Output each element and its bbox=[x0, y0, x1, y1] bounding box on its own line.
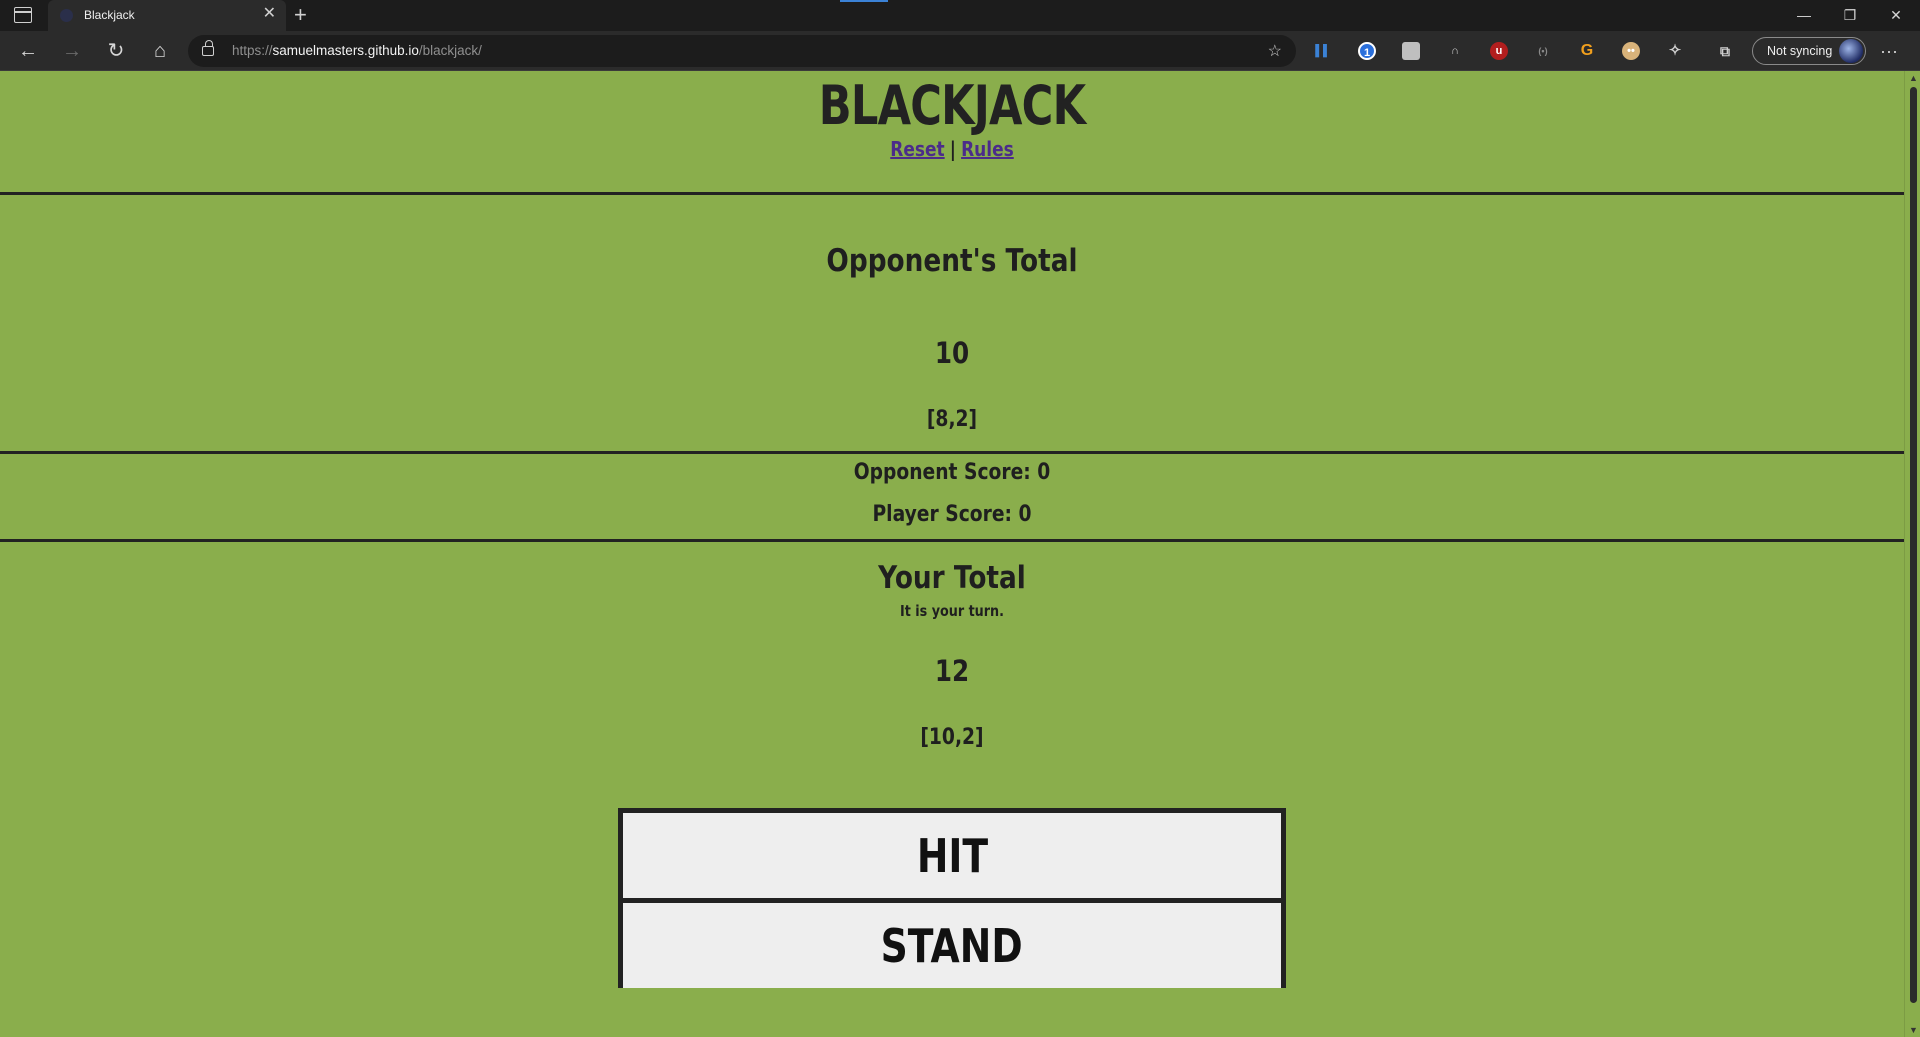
back-icon[interactable]: ← bbox=[14, 37, 42, 65]
scroll-down-icon[interactable]: ▼ bbox=[1909, 1025, 1918, 1035]
tab-actions-icon[interactable] bbox=[14, 7, 32, 23]
profile-button[interactable]: Not syncing bbox=[1752, 37, 1866, 65]
password-manager-icon[interactable]: 1 bbox=[1358, 42, 1376, 60]
extension-arch-icon[interactable]: ∩ bbox=[1446, 42, 1464, 60]
focus-indicator bbox=[840, 0, 888, 2]
link-separator: | bbox=[949, 137, 956, 161]
favicon-icon bbox=[60, 9, 73, 22]
action-buttons: HIT STAND bbox=[618, 808, 1286, 988]
lock-icon[interactable] bbox=[202, 40, 214, 56]
profile-status: Not syncing bbox=[1767, 44, 1833, 58]
scroll-up-icon[interactable]: ▲ bbox=[1909, 73, 1918, 83]
extension-face-icon[interactable]: •• bbox=[1622, 42, 1640, 60]
turn-status: It is your turn. bbox=[900, 602, 1004, 620]
scrollbar[interactable]: ▲ ▼ bbox=[1904, 71, 1920, 1037]
page-title: BLACKJACK bbox=[818, 74, 1086, 137]
ublock-icon[interactable]: u bbox=[1490, 42, 1508, 60]
more-icon[interactable]: ··· bbox=[1880, 37, 1898, 65]
url-text[interactable]: https://samuelmasters.github.io/blackjac… bbox=[232, 43, 482, 58]
new-tab-icon[interactable]: + bbox=[294, 2, 307, 28]
player-heading: Your Total bbox=[878, 560, 1026, 596]
avatar bbox=[1839, 39, 1863, 63]
tab-title: Blackjack bbox=[84, 8, 135, 22]
opponent-score: Opponent Score: 0 bbox=[853, 460, 1051, 485]
home-icon[interactable]: ⌂ bbox=[146, 37, 174, 65]
restore-icon[interactable]: ❐ bbox=[1830, 4, 1870, 26]
browser-tab[interactable]: Blackjack ✕ bbox=[48, 0, 286, 31]
tab-bar: Blackjack ✕ + — ❐ ✕ bbox=[0, 0, 1920, 31]
divider bbox=[0, 451, 1904, 454]
address-bar[interactable]: https://samuelmasters.github.io/blackjac… bbox=[188, 35, 1296, 67]
header-links: Reset | Rules bbox=[143, 137, 1761, 161]
refresh-icon[interactable]: ↻ bbox=[102, 37, 130, 65]
collections-icon[interactable]: ⧉ bbox=[1716, 42, 1734, 60]
player-total: 12 bbox=[934, 654, 970, 688]
scroll-thumb[interactable] bbox=[1910, 87, 1917, 1003]
player-score: Player Score: 0 bbox=[872, 502, 1032, 527]
opponent-total: 10 bbox=[934, 336, 970, 370]
reset-link[interactable]: Reset bbox=[890, 137, 944, 161]
minimize-icon[interactable]: — bbox=[1784, 4, 1824, 26]
forward-icon[interactable]: → bbox=[58, 37, 86, 65]
divider bbox=[0, 192, 1904, 195]
close-tab-icon[interactable]: ✕ bbox=[263, 5, 276, 23]
opponent-heading: Opponent's Total bbox=[826, 243, 1078, 279]
extension-brackets-icon[interactable]: (•) bbox=[1534, 42, 1552, 60]
stand-button[interactable]: STAND bbox=[623, 903, 1281, 988]
extension-bars-icon[interactable]: ▌▌ bbox=[1314, 42, 1332, 60]
extension-square-icon[interactable] bbox=[1402, 42, 1420, 60]
opponent-cards: [8,2] bbox=[926, 407, 978, 432]
divider bbox=[0, 539, 1904, 542]
extensions-puzzle-icon[interactable]: ✧ bbox=[1666, 42, 1684, 60]
close-window-icon[interactable]: ✕ bbox=[1876, 4, 1916, 26]
browser-toolbar: ← → ↻ ⌂ https://samuelmasters.github.io/… bbox=[0, 31, 1920, 71]
rules-link[interactable]: Rules bbox=[961, 137, 1014, 161]
player-cards: [10,2] bbox=[920, 725, 984, 750]
favorites-star-icon[interactable]: ☆ bbox=[1268, 41, 1282, 61]
hit-button[interactable]: HIT bbox=[623, 813, 1281, 898]
page-viewport: BLACKJACK Reset | Rules Opponent's Total 1… bbox=[0, 71, 1904, 1037]
extension-g-icon[interactable]: G bbox=[1578, 42, 1596, 60]
